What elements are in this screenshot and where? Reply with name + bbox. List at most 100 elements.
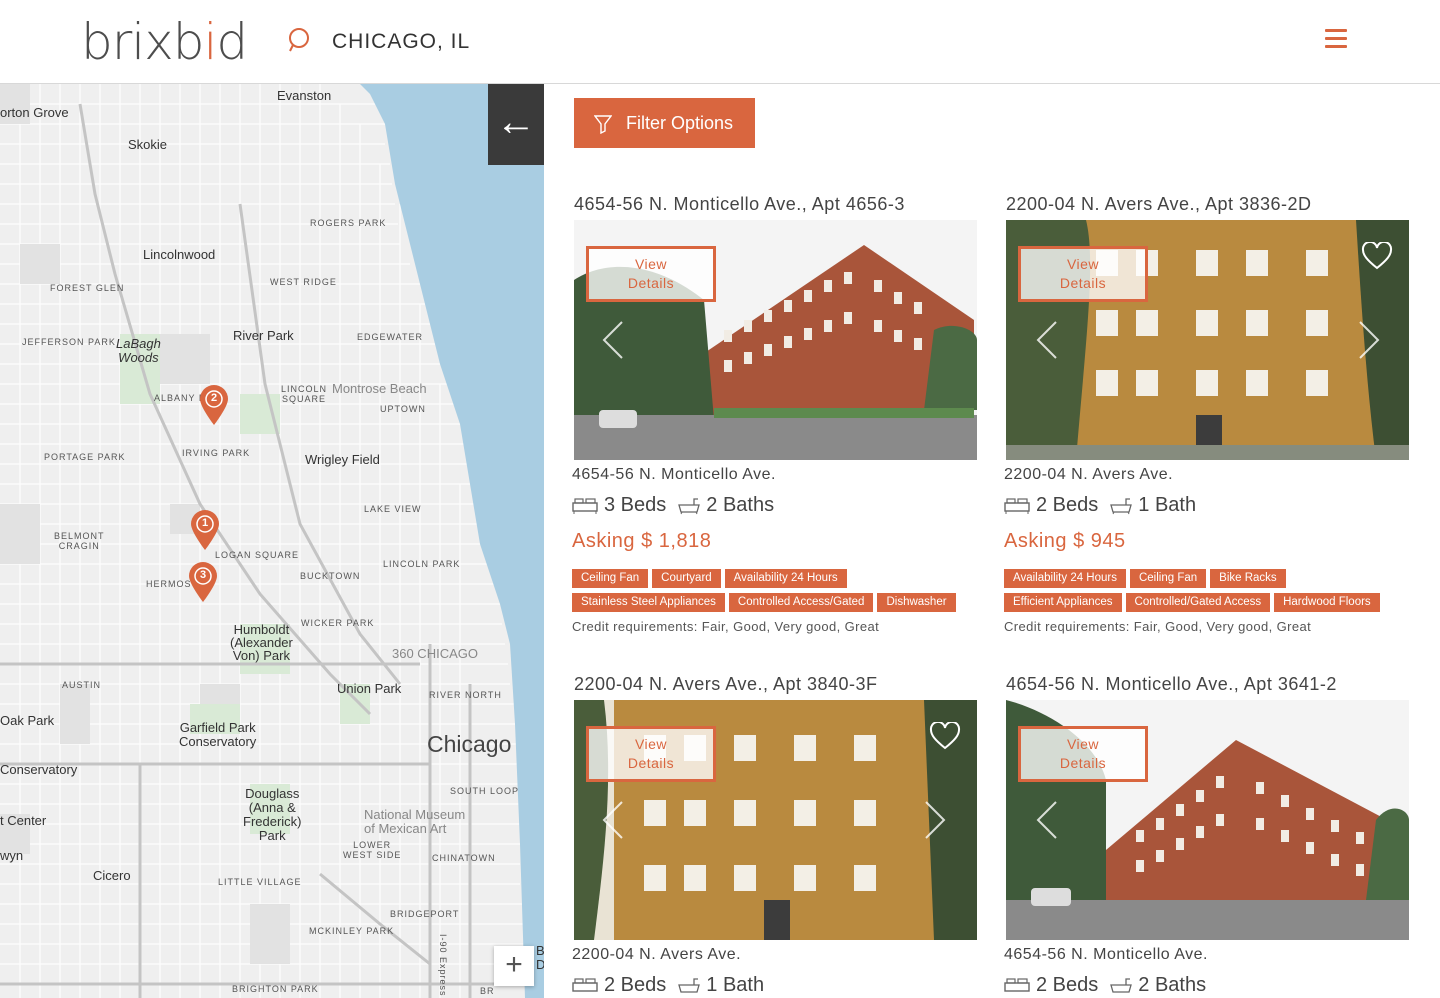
- logo-text-b: d: [216, 13, 248, 71]
- listing-beds: 2 Beds: [604, 974, 667, 996]
- listing-beds: 2 Beds: [1036, 974, 1099, 996]
- search-icon[interactable]: [286, 27, 314, 55]
- listing-photo[interactable]: View Details: [574, 220, 977, 460]
- bed-icon: [572, 977, 598, 992]
- listing-rooms: 2 Beds 1 Bath: [1004, 494, 1196, 517]
- amenity-tag: Hardwood Floors: [1274, 593, 1380, 612]
- filter-options-label: Filter Options: [626, 113, 734, 133]
- listing-title[interactable]: 4654-56 N. Monticello Ave., Apt 3641-2: [1004, 674, 1408, 696]
- map-label-berwyn: wyn: [0, 848, 24, 863]
- arrow-left-icon: ←: [496, 100, 536, 144]
- listing-card[interactable]: 4654-56 N. Monticello Ave., Apt 3641-2 V…: [1004, 674, 1409, 996]
- map-label-lake-view: LAKE VIEW: [364, 504, 422, 514]
- map-label-uptown: UPTOWN: [380, 404, 426, 414]
- bath-icon: [678, 977, 701, 993]
- map-label-b: B Da: [536, 943, 544, 972]
- amenity-tag: Availability 24 Hours: [724, 569, 847, 588]
- amenity-tag: Bike Racks: [1210, 569, 1286, 588]
- chevron-left-icon[interactable]: [602, 320, 624, 360]
- listing-title[interactable]: 2200-04 N. Avers Ave., Apt 3840-3F: [572, 674, 976, 696]
- map-label-oak-park: Oak Park: [0, 713, 55, 728]
- listing-price: Asking $ 945: [1004, 530, 1126, 552]
- bed-icon: [1004, 497, 1030, 514]
- bed-icon: [1004, 977, 1030, 992]
- map-label-forest-glen: FOREST GLEN: [50, 283, 125, 293]
- map-label-little-village: LITTLE VILLAGE: [218, 877, 302, 887]
- listing-baths: 2 Baths: [1138, 974, 1207, 996]
- listing-price: Asking $ 1,818: [572, 530, 712, 552]
- listing-title[interactable]: 2200-04 N. Avers Ave., Apt 3836-2D: [1004, 194, 1408, 216]
- map-label-morton-grove: orton Grove: [0, 105, 69, 120]
- map-label-skokie: Skokie: [128, 137, 168, 152]
- amenity-tags: Ceiling Fan Courtyard Availability 24 Hour…: [572, 568, 982, 616]
- map-label-mckinley-park: MCKINLEY PARK: [309, 926, 395, 936]
- map-label-lower-west-side: LOWER WEST SIDE: [343, 840, 402, 860]
- search-location[interactable]: CHICAGO, IL: [332, 30, 470, 54]
- listing-address: 2200-04 N. Avers Ave.: [572, 946, 742, 963]
- map-label-national-museum: National Museum of Mexican Art: [364, 807, 466, 836]
- map-label-river-north: RIVER NORTH: [429, 690, 502, 700]
- map-label-belmont-cragin: BELMONT CRAGIN: [54, 531, 105, 551]
- map-label-wrigley-field: Wrigley Field: [305, 452, 380, 467]
- listing-title[interactable]: 4654-56 N. Monticello Ave., Apt 4656-3: [572, 194, 976, 216]
- filter-options-button[interactable]: Filter Options: [574, 98, 755, 148]
- map-pin-icon[interactable]: 2: [199, 384, 229, 426]
- map-pin-number: 1: [201, 517, 209, 529]
- chevron-left-icon[interactable]: [602, 800, 624, 840]
- chevron-left-icon[interactable]: [1036, 320, 1058, 360]
- map-label-edgewater: EDGEWATER: [357, 332, 424, 342]
- map-label-lincolnwood: Lincolnwood: [143, 247, 216, 262]
- map-panel[interactable]: Evanston orton Grove Skokie ROGERS PARK …: [0, 84, 544, 998]
- map-label-union-park: Union Park: [337, 681, 402, 696]
- map-label-rogers-park: ROGERS PARK: [310, 218, 387, 228]
- map-pin-icon[interactable]: 3: [188, 561, 218, 603]
- logo-pin: i: [203, 13, 218, 71]
- map-label-hermosa: HERMOS: [146, 579, 192, 589]
- bath-icon: [1110, 497, 1133, 514]
- chevron-left-icon[interactable]: [1036, 800, 1058, 840]
- collapse-map-button[interactable]: ←: [488, 84, 544, 165]
- amenity-tag: Dishwasher: [877, 593, 956, 612]
- map-label-river-park: River Park: [233, 328, 294, 343]
- view-details-button[interactable]: View Details: [586, 246, 716, 302]
- brixbid-logo[interactable]: brixbid: [81, 12, 248, 72]
- map-label-conservatory: Conservatory: [0, 762, 78, 777]
- chevron-right-icon[interactable]: [924, 800, 946, 840]
- view-details-button[interactable]: View Details: [1018, 726, 1148, 782]
- app-root: brixbid CHICAGO, IL Evanston orton Grove…: [0, 0, 1440, 998]
- listing-photo[interactable]: View Details: [574, 700, 977, 940]
- map-label-garfield-park: Garfield Park Conservatory: [179, 720, 257, 749]
- listing-card[interactable]: 4654-56 N. Monticello Ave., Apt 4656-3 V…: [572, 194, 977, 634]
- map-pin-number: 2: [210, 392, 218, 404]
- listing-rooms: 3 Beds 2 Baths: [572, 494, 774, 517]
- filter-icon: [594, 115, 612, 134]
- credit-requirements: Credit requirements: Fair, Good, Very go…: [572, 619, 880, 634]
- map-label-labagh-woods: LaBagh Woods: [116, 336, 161, 365]
- map-label-portage-park: PORTAGE PARK: [44, 452, 126, 462]
- view-details-button[interactable]: View Details: [586, 726, 716, 782]
- map-label-lincoln-park: LINCOLN PARK: [383, 559, 461, 569]
- map-pin-icon[interactable]: 1: [190, 509, 220, 551]
- listing-baths: 2 Baths: [706, 494, 775, 516]
- listing-address: 4654-56 N. Monticello Ave.: [572, 466, 776, 483]
- map-pin-number: 3: [199, 569, 207, 581]
- listing-card[interactable]: 2200-04 N. Avers Ave., Apt 3836-2D View …: [1004, 194, 1409, 634]
- map-label-center: t Center: [0, 813, 47, 828]
- listing-baths: 1 Bath: [706, 974, 765, 996]
- map-label-douglass-park: Douglass (Anna & Frederick) Park: [243, 786, 302, 843]
- heart-icon[interactable]: [929, 722, 961, 750]
- chevron-right-icon[interactable]: [1358, 320, 1380, 360]
- zoom-in-button[interactable]: +: [494, 946, 534, 986]
- listing-photo[interactable]: View Details: [1006, 220, 1409, 460]
- amenity-tag: Controlled Access/Gated: [728, 593, 874, 612]
- hamburger-menu-icon[interactable]: [1325, 29, 1347, 49]
- listing-photo[interactable]: View Details: [1006, 700, 1409, 940]
- heart-icon[interactable]: [1361, 242, 1393, 270]
- header: brixbid CHICAGO, IL: [0, 0, 1440, 84]
- map-label-bucktown: BUCKTOWN: [300, 571, 361, 581]
- view-details-button[interactable]: View Details: [1018, 246, 1148, 302]
- bed-icon: [572, 497, 598, 514]
- amenity-tag: Controlled/Gated Access: [1125, 593, 1271, 612]
- listing-baths: 1 Bath: [1138, 494, 1197, 516]
- listing-card[interactable]: 2200-04 N. Avers Ave., Apt 3840-3F View …: [572, 674, 977, 996]
